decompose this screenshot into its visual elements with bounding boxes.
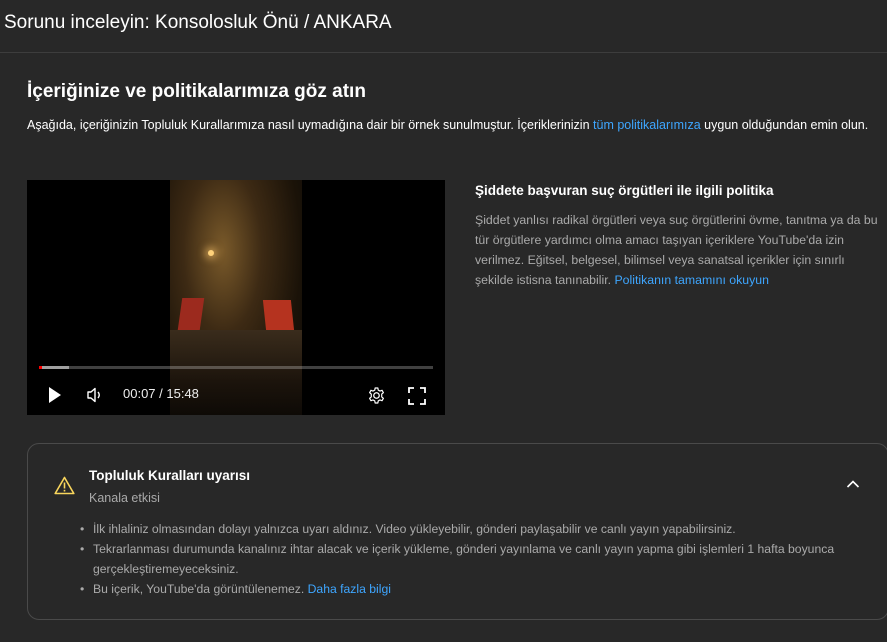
- section-title: İçeriğinize ve politikalarımıza göz atın: [27, 81, 366, 102]
- impact-list: İlk ihlaliniz olmasından dolayı yalnızca…: [76, 519, 836, 599]
- all-policies-link[interactable]: tüm politikalarımıza: [593, 118, 701, 132]
- intro-text-start: Aşağıda, içeriğinizin Topluluk Kuralları…: [27, 118, 594, 132]
- progress-loaded: [39, 366, 69, 369]
- list-item: Bu içerik, YouTube'da görüntülenemez. Da…: [76, 579, 836, 599]
- fullscreen-icon[interactable]: [408, 387, 426, 410]
- volume-icon[interactable]: [86, 386, 104, 409]
- top-bar: Sorunu inceleyin: Konsolosluk Önü / ANKA…: [0, 0, 887, 53]
- video-thumbnail: [170, 180, 302, 415]
- video-progress-bar[interactable]: [39, 366, 433, 369]
- flag-shape: [177, 298, 205, 330]
- list-item: Tekrarlanması durumunda kanalınız ihtar …: [76, 539, 836, 579]
- community-guidelines-warning-card: Topluluk Kuralları uyarısı Kanala etkisi…: [27, 443, 887, 620]
- crowd-shape: [170, 330, 302, 415]
- intro-text-end: uygun olduğundan emin olun.: [700, 118, 869, 132]
- policy-description: Şiddet yanlısı radikal örgütleri veya su…: [475, 210, 885, 290]
- read-full-policy-link[interactable]: Politikanın tamamını okuyun: [614, 273, 768, 287]
- chevron-up-icon[interactable]: [846, 476, 860, 494]
- play-icon[interactable]: [47, 386, 63, 409]
- warning-title: Topluluk Kuralları uyarısı: [89, 468, 251, 483]
- intro-text: Aşağıda, içeriğinizin Topluluk Kuralları…: [27, 115, 872, 135]
- page-title: Sorunu inceleyin: Konsolosluk Önü / ANKA…: [4, 12, 392, 33]
- settings-gear-icon[interactable]: [367, 386, 386, 410]
- warning-triangle-icon: [54, 476, 75, 500]
- list-item-text: Bu içerik, YouTube'da görüntülenemez.: [93, 582, 308, 596]
- progress-played: [39, 366, 42, 369]
- street-light: [208, 250, 214, 256]
- policy-title: Şiddete başvuran suç örgütleri ile ilgil…: [475, 183, 774, 198]
- video-time-display: 00:07 / 15:48: [123, 386, 199, 401]
- learn-more-link[interactable]: Daha fazla bilgi: [308, 582, 391, 596]
- video-player[interactable]: 00:07 / 15:48: [27, 180, 445, 415]
- list-item: İlk ihlaliniz olmasından dolayı yalnızca…: [76, 519, 836, 539]
- warning-subtitle: Kanala etkisi: [89, 491, 160, 505]
